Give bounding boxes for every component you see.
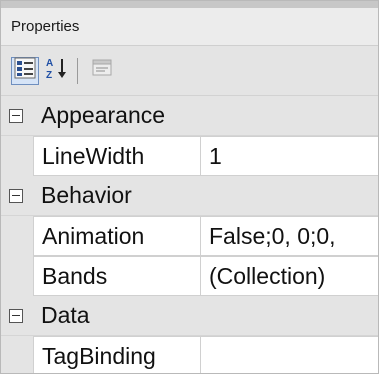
- collapse-icon[interactable]: [9, 188, 23, 203]
- property-row-animation[interactable]: Animation False;0, 0;0,: [1, 216, 378, 256]
- property-value[interactable]: (Collection): [201, 256, 378, 296]
- property-name: LineWidth: [33, 136, 201, 176]
- category-label: Data: [41, 302, 90, 328]
- property-pages-icon: [91, 57, 113, 84]
- toolbar-separator: [77, 57, 78, 84]
- alphabetical-icon: A Z: [45, 56, 69, 85]
- category-label: Behavior: [41, 182, 132, 208]
- properties-panel: Properties A Z Appearance LineWidth 1 Be…: [0, 0, 379, 374]
- category-appearance[interactable]: Appearance: [1, 96, 378, 136]
- categorized-button[interactable]: [11, 56, 39, 85]
- property-value[interactable]: 1: [201, 136, 378, 176]
- panel-title: Properties: [11, 18, 80, 35]
- category-data[interactable]: Data: [1, 296, 378, 336]
- property-pages-button[interactable]: [88, 57, 116, 85]
- properties-titlebar: Properties: [1, 8, 378, 46]
- collapse-icon[interactable]: [9, 108, 23, 123]
- property-name: Animation: [33, 216, 201, 256]
- categorized-icon: [14, 57, 36, 84]
- property-value[interactable]: False;0, 0;0,: [201, 216, 378, 256]
- svg-text:A: A: [46, 58, 53, 69]
- property-name: TagBinding: [33, 336, 201, 373]
- collapse-icon[interactable]: [9, 308, 23, 323]
- svg-text:Z: Z: [46, 70, 52, 80]
- alphabetical-button[interactable]: A Z: [43, 57, 71, 85]
- property-row-tagbinding[interactable]: TagBinding: [1, 336, 378, 373]
- category-behavior[interactable]: Behavior: [1, 176, 378, 216]
- property-value[interactable]: [201, 336, 378, 373]
- properties-toolbar: A Z: [1, 46, 378, 96]
- property-grid: Appearance LineWidth 1 Behavior Animatio…: [1, 96, 378, 373]
- property-name: Bands: [33, 256, 201, 296]
- property-row-linewidth[interactable]: LineWidth 1: [1, 136, 378, 176]
- top-strip: [1, 1, 378, 8]
- category-label: Appearance: [41, 102, 166, 128]
- property-row-bands[interactable]: Bands (Collection): [1, 256, 378, 296]
